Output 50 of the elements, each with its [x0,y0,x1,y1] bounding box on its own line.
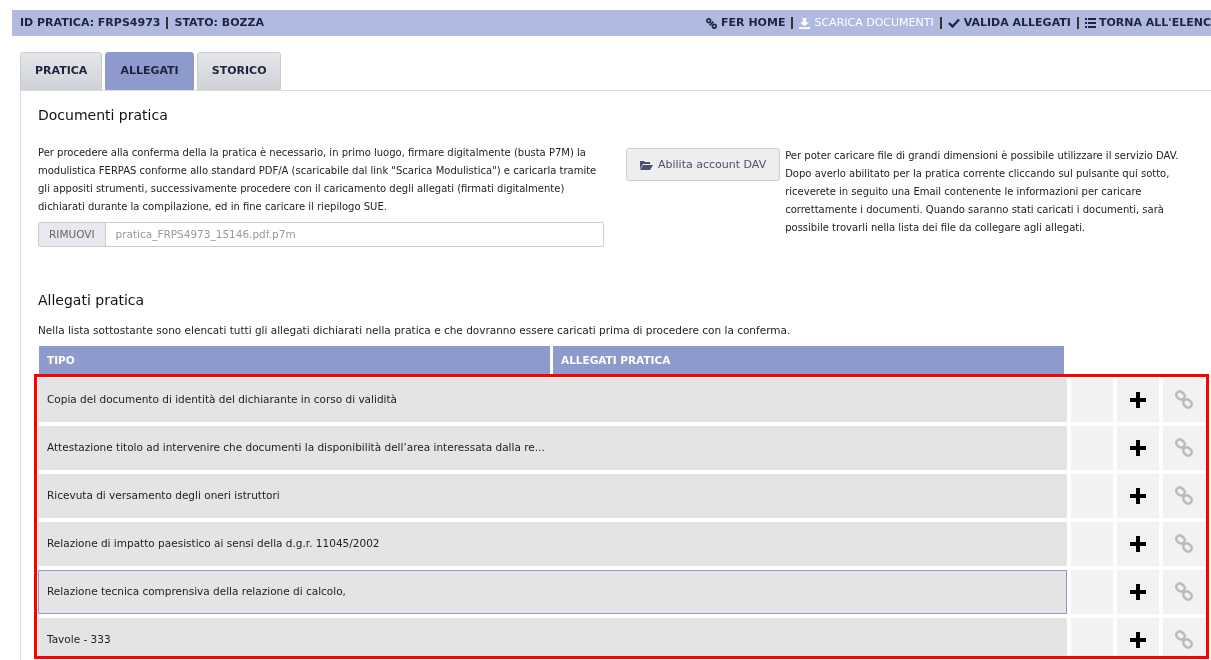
empty-cell [1071,378,1113,422]
link-icon [706,17,718,29]
remove-button[interactable]: RIMUOVI [39,223,106,246]
dav-description: Per poter caricare file di grandi dimensioni è possibile utilizzare il servizio DAV. Dopo averlo abilitato per la pratica corrente cliccando sul pulsante qui sotto, riceverete in seguito una Email contenente le informazioni per caricare correttamente i documenti. Quando saranno stati caricati i documenti, sarà possibile trovarli nella lista dei file da collegare agli allegati. [785,149,1180,235]
enable-dav-button[interactable]: Abilita account DAV [626,148,781,181]
tab[interactable]: ALLEGATI [105,52,194,90]
plus-icon [1130,392,1146,408]
instructions-text: Per procedere alla conferma della la pratica è necessario, in primo luogo, firmare digitalmente (busta P7M) la modulistica FERPAS conforme allo standard PDF/A (scaricabile dal link "Scarica Modulistica") e caricarla tramite gli appositi strumenti, successivamente procedere con il caricamento degli allegati (firmati digitalmente) dichiarati durante la compilazione, ed in fine caricare il riepilogo SUE. [38,146,598,214]
attachment-type-cell[interactable]: Relazione di impatto paesistico ai sensi della d.g.r. 11045/2002 [38,522,1067,566]
plus-icon [1130,632,1146,648]
file-field[interactable]: RIMUOVI pratica_FRPS4973_15146.pdf.p7m [38,222,604,247]
chain-icon [1174,630,1194,650]
attachment-type-cell[interactable]: Copia del documento di identità del dichiarante in corso di validità [38,378,1067,422]
header-link[interactable]: TORNA ALL'ELENC [1084,14,1211,32]
header-link[interactable]: FER HOME [706,14,786,32]
file-name: pratica_FRPS4973_15146.pdf.p7m [114,226,297,243]
chain-icon [1174,534,1194,554]
chain-icon [1174,486,1194,506]
list-description: Nella lista sottostante sono elencati tutti gli allegati dichiarati nella pratica e che dovranno essere caricati prima di procedere con la conferma. [38,323,792,338]
chain-icon [1174,390,1194,410]
section-title: Documenti pratica [38,106,169,125]
attachment-type-cell[interactable]: Attestazione titolo ad intervenire che documenti la disponibilità dell’area interessata dalla re... [38,426,1067,470]
tab[interactable]: PRATICA [20,52,103,90]
tab[interactable]: STORICO [196,52,282,90]
attachment-type-cell[interactable]: Tavole - 333 [38,618,1067,656]
chain-icon [1174,582,1194,602]
column-header: TIPO [39,345,550,377]
check-icon [947,18,960,28]
plus-icon [1130,488,1146,504]
section-title: Allegati pratica [38,291,146,310]
add-button[interactable] [1117,474,1159,518]
attachment-type-cell[interactable]: Relazione tecnica comprensiva della relazione di calcolo, [38,570,1067,614]
add-button[interactable] [1117,378,1159,422]
header-link[interactable]: VALIDA ALLEGATI [947,14,1071,32]
add-button[interactable] [1117,570,1159,614]
plus-icon [1130,584,1146,600]
practice-id: ID PRATICA: FRPS4973 [20,14,161,31]
add-button[interactable] [1117,618,1159,656]
chain-icon [1174,438,1194,458]
attachment-type-cell[interactable]: Ricevuta di versamento degli oneri istruttori [38,474,1067,518]
empty-cell [1071,618,1113,656]
column-header: ALLEGATI PRATICA [553,345,1064,377]
folder-icon [640,159,653,170]
practice-status: STATO: BOZZA [174,14,264,31]
plus-icon [1130,440,1146,456]
list-icon [1084,18,1096,28]
download-icon [799,17,811,29]
add-button[interactable] [1117,426,1159,470]
add-button[interactable] [1117,522,1159,566]
plus-icon [1130,536,1146,552]
